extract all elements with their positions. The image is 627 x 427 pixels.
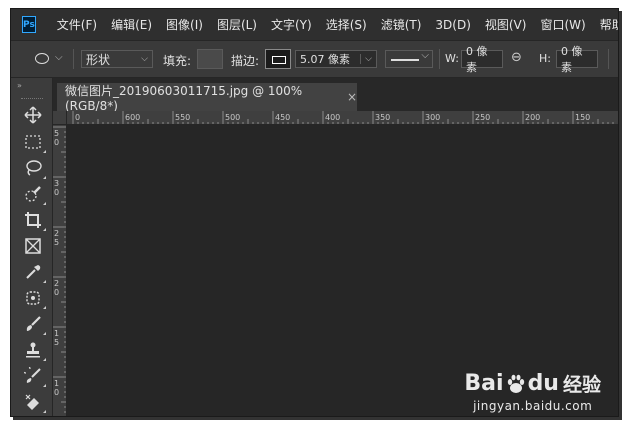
photoshop-logo-icon: Ps (22, 16, 36, 33)
watermark-url: jingyan.baidu.com (473, 399, 593, 413)
options-divider (73, 49, 74, 69)
ruler-label: 0 (54, 138, 59, 147)
ruler-label: 300 (425, 113, 440, 122)
ruler-label: 0 (54, 188, 59, 197)
baidu-paw-icon (507, 374, 524, 393)
eraser-icon[interactable] (24, 393, 46, 413)
collapse-chevrons-icon[interactable]: » (17, 81, 22, 90)
options-divider (608, 49, 609, 69)
document-tab-bar: 微信图片_20190603011715.jpg @ 100%(RGB/8*) × (53, 78, 618, 113)
menu-3d[interactable]: 3D(D) (435, 18, 470, 32)
ruler-label: 550 (175, 113, 190, 122)
height-field[interactable]: 0 像素 (556, 45, 598, 74)
ellipse-tool-icon[interactable] (35, 53, 49, 64)
close-icon[interactable]: × (347, 90, 357, 104)
ruler-label: 200 (525, 113, 540, 122)
watermark-logo-left: Bai (464, 371, 504, 396)
history-brush-icon[interactable] (24, 367, 46, 387)
menu-view[interactable]: 视图(V) (485, 16, 527, 33)
link-icon[interactable]: ⊖ (511, 50, 522, 65)
toolbar-grip[interactable] (21, 98, 43, 99)
shape-mode-dropdown[interactable]: 形状 ⌵ (81, 50, 153, 68)
ruler-label: 2 (54, 229, 59, 238)
baidu-logo: Bai du 经验 (464, 370, 601, 397)
eyedropper-icon[interactable] (24, 263, 46, 283)
marquee-icon[interactable] (24, 133, 46, 153)
frame-icon[interactable] (24, 237, 42, 255)
ruler-label: 150 (575, 113, 590, 122)
ruler-label: 0 (54, 288, 59, 297)
ruler-label: 1 (54, 329, 59, 338)
chevron-down-icon[interactable]: ⌵ (360, 54, 372, 64)
width-value: 0 像素 (466, 45, 488, 74)
ruler-label: 0 (75, 113, 80, 122)
spot-healing-icon[interactable] (24, 289, 46, 309)
ruler-label: 5 (54, 238, 59, 247)
menu-bar: Ps 文件(F) 编辑(E) 图像(I) 图层(L) 文字(Y) 选择(S) 滤… (11, 9, 618, 40)
ruler-label: 5 (54, 129, 59, 138)
ruler-label: 500 (225, 113, 240, 122)
ruler-label: 400 (325, 113, 340, 122)
ruler-label: 1 (54, 379, 59, 388)
shape-mode-value: 形状 (86, 52, 111, 67)
menu-window[interactable]: 窗口(W) (540, 16, 585, 33)
horizontal-ruler[interactable]: 0 600 550 500 450 400 350 300 250 200 150 (67, 111, 618, 125)
document-tab-title: 微信图片_20190603011715.jpg @ 100%(RGB/8*) (65, 83, 303, 113)
menu-edit[interactable]: 编辑(E) (111, 16, 152, 33)
document-tab[interactable]: 微信图片_20190603011715.jpg @ 100%(RGB/8*) × (57, 83, 357, 113)
stroke-type-dropdown[interactable] (385, 50, 433, 68)
ruler-origin[interactable] (53, 111, 67, 125)
menu-file[interactable]: 文件(F) (57, 16, 97, 33)
menu-layer[interactable]: 图层(L) (217, 16, 257, 33)
quick-select-icon[interactable] (24, 185, 46, 205)
ruler-label: 3 (54, 179, 59, 188)
brush-icon[interactable] (24, 315, 46, 335)
lasso-icon[interactable] (24, 159, 46, 179)
options-divider (439, 49, 440, 69)
ruler-label: 5 (54, 338, 59, 347)
stroke-swatch[interactable] (265, 49, 291, 69)
move-icon[interactable] (24, 106, 42, 124)
menu-select[interactable]: 选择(S) (326, 16, 367, 33)
photoshop-window: Ps 文件(F) 编辑(E) 图像(I) 图层(L) 文字(Y) 选择(S) 滤… (10, 8, 619, 417)
menu-filter[interactable]: 滤镜(T) (381, 16, 422, 33)
ruler-label: 250 (475, 113, 490, 122)
watermark-logo-mid: du (527, 371, 559, 396)
height-value: 0 像素 (561, 45, 583, 74)
baidu-jingyan-watermark: Bai du 经验 jingyan.baidu.com (464, 370, 601, 413)
ruler-label: 2 (54, 279, 59, 288)
menu-image[interactable]: 图像(I) (166, 16, 203, 33)
options-bar: ⌵ 形状 ⌵ 填充: 描边: 5.07 像素 ⌵ W: 0 像素 ⊖ H: 0 … (11, 40, 618, 78)
stroke-label: 描边: (231, 54, 260, 68)
vertical-ruler[interactable]: 503025201510 (53, 125, 67, 416)
tool-preset-chevron-icon[interactable]: ⌵ (55, 52, 63, 63)
fill-label: 填充: (163, 54, 192, 68)
stamp-icon[interactable] (24, 341, 46, 361)
stroke-width-value: 5.07 像素 (300, 53, 350, 66)
menu-help[interactable]: 帮助 (600, 16, 618, 33)
ruler-label: 350 (375, 113, 390, 122)
height-label: H: (539, 52, 551, 65)
ruler-label: 600 (125, 113, 140, 122)
ruler-label: 450 (275, 113, 290, 122)
fill-swatch[interactable] (197, 49, 223, 69)
menu-type[interactable]: 文字(Y) (271, 16, 312, 33)
stroke-width-field[interactable]: 5.07 像素 ⌵ (295, 50, 377, 68)
chevron-down-icon: ⌵ (141, 54, 148, 64)
watermark-logo-right: 经验 (562, 374, 601, 396)
ruler-label: 0 (54, 388, 59, 397)
crop-icon[interactable] (24, 211, 46, 231)
width-label: W: (445, 52, 459, 65)
tools-panel: » (11, 78, 53, 416)
width-field[interactable]: 0 像素 (461, 45, 503, 74)
